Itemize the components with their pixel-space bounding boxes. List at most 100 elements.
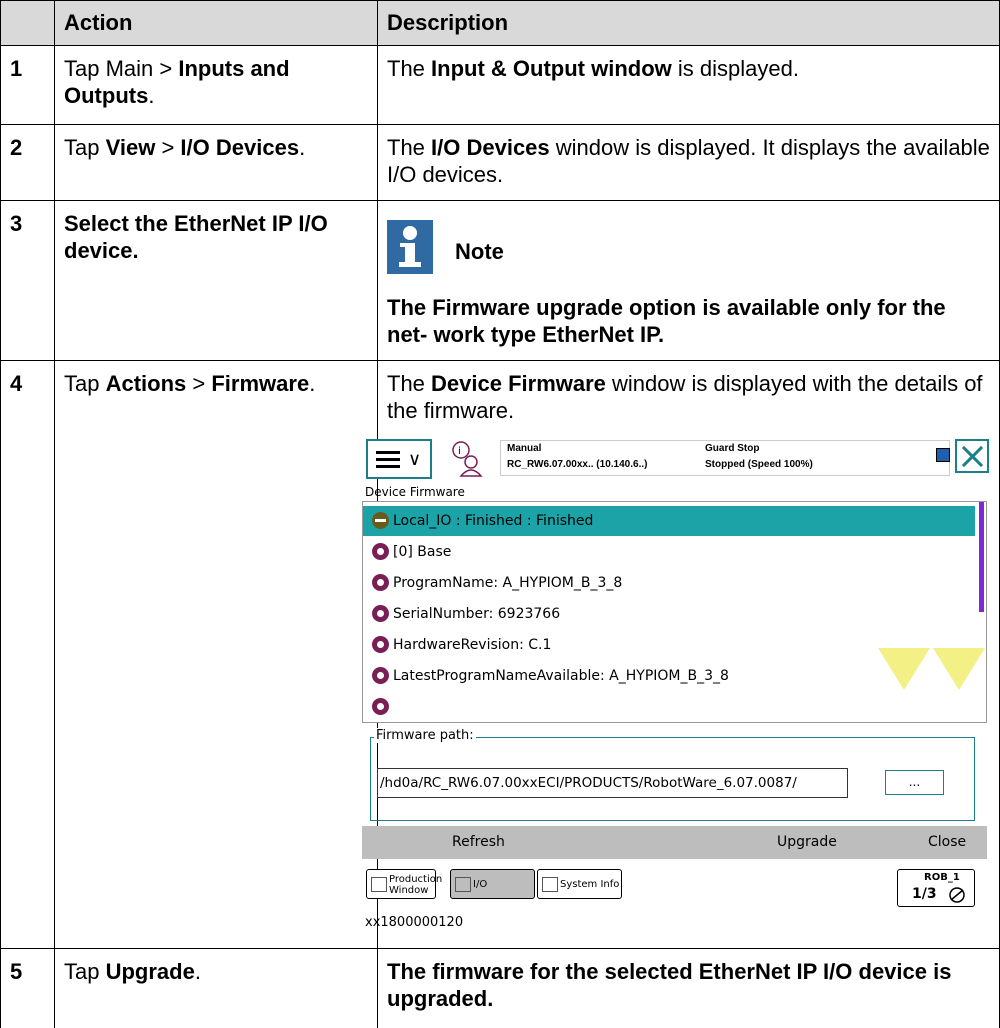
task-label: Production Window bbox=[389, 874, 443, 896]
bullet-icon bbox=[372, 667, 389, 684]
close-window-button[interactable] bbox=[955, 439, 989, 473]
svg-text:i: i bbox=[458, 446, 461, 457]
upgrade-button[interactable]: Upgrade bbox=[777, 826, 837, 859]
tree-item[interactable]: SerialNumber: 6923766 bbox=[363, 599, 975, 629]
task-label: System Info bbox=[560, 879, 620, 890]
task-system-info[interactable]: System Info bbox=[537, 869, 622, 899]
refresh-button[interactable]: Refresh bbox=[452, 826, 505, 859]
window-title: Device Firmware bbox=[365, 485, 465, 499]
window-icon bbox=[371, 877, 387, 892]
rule bbox=[0, 124, 1000, 125]
hamburger-icon bbox=[376, 451, 400, 468]
bullet-icon bbox=[372, 698, 389, 715]
text: The bbox=[387, 56, 432, 81]
info-icon bbox=[387, 220, 433, 274]
io-icon bbox=[455, 877, 471, 892]
step-action: Tap Main > Inputs and Outputs. bbox=[64, 55, 354, 109]
step-number: 4 bbox=[10, 371, 23, 396]
info-cap bbox=[400, 243, 410, 247]
tree-item[interactable]: [0] Base bbox=[363, 537, 975, 567]
increment-fraction: 1/3 bbox=[912, 886, 937, 902]
header-description: Description bbox=[387, 10, 509, 35]
text: I/O Devices bbox=[180, 135, 300, 160]
status-panel: Manual RC_RW6.07.00xx.. (10.140.6..) Gua… bbox=[500, 440, 950, 476]
quickset-button[interactable]: ROB_1 1/3 bbox=[897, 869, 975, 907]
tree-item-label: SerialNumber: 6923766 bbox=[393, 606, 561, 622]
robot-name: ROB_1 bbox=[924, 872, 960, 883]
tree-item-label: Local_IO : Finished : Finished bbox=[393, 513, 594, 529]
step-number: 5 bbox=[10, 959, 23, 984]
bullet-icon bbox=[372, 636, 389, 653]
system-info-icon bbox=[542, 877, 558, 892]
main-menu-button[interactable]: ∨ bbox=[366, 439, 432, 479]
bullet-icon bbox=[372, 543, 389, 560]
text: > bbox=[186, 371, 212, 396]
scroll-down-icon[interactable] bbox=[878, 648, 930, 690]
text: Tap Main > bbox=[64, 56, 179, 81]
command-bar: Refresh Upgrade Close bbox=[362, 826, 987, 859]
task-io[interactable]: I/O bbox=[450, 869, 535, 899]
tree-item-label: LatestProgramNameAvailable: A_HYPIOM_B_3… bbox=[393, 668, 729, 684]
step-action: Tap Actions > Firmware. bbox=[64, 370, 354, 397]
user-info-icon[interactable]: i bbox=[450, 440, 484, 478]
status-state: Stopped (Speed 100%) bbox=[705, 459, 813, 470]
note-title: Note bbox=[455, 239, 504, 264]
event-log-icon[interactable] bbox=[936, 448, 950, 462]
scrollbar[interactable] bbox=[979, 502, 984, 612]
taskbar: Production Window I/O System Info ROB_1 … bbox=[362, 859, 987, 907]
step-description: The Input & Output window is displayed. bbox=[387, 55, 992, 82]
tree-item[interactable]: ProgramName: A_HYPIOM_B_3_8 bbox=[363, 568, 975, 598]
step-number: 2 bbox=[10, 135, 23, 160]
text: Input & Output window bbox=[431, 56, 672, 81]
bullet-icon bbox=[372, 574, 389, 591]
rule bbox=[0, 948, 1000, 949]
step-action: Tap Upgrade. bbox=[64, 958, 354, 985]
step-description: The Device Firmware window is displayed … bbox=[387, 370, 992, 424]
text: . bbox=[194, 959, 201, 984]
browse-button[interactable]: ... bbox=[885, 770, 944, 795]
text: Actions bbox=[105, 371, 187, 396]
status-system: RC_RW6.07.00xx.. (10.140.6..) bbox=[507, 459, 648, 470]
text: Upgrade bbox=[105, 959, 195, 984]
rule bbox=[0, 0, 1000, 1]
task-label: I/O bbox=[473, 879, 488, 890]
tree-item[interactable]: Local_IO : Finished : Finished bbox=[363, 506, 975, 536]
rule bbox=[54, 0, 55, 1028]
text: Tap bbox=[64, 135, 106, 160]
task-production-window[interactable]: Production Window bbox=[366, 869, 443, 899]
text: . bbox=[299, 135, 306, 160]
text: Tap bbox=[64, 371, 106, 396]
rule bbox=[0, 360, 1000, 361]
firmware-path-label: Firmware path: bbox=[374, 728, 476, 743]
text: View bbox=[105, 135, 156, 160]
tree-item[interactable] bbox=[363, 692, 975, 722]
step-number: 3 bbox=[10, 211, 23, 236]
firmware-path-input[interactable]: /hd0a/RC_RW6.07.00xxECI/PRODUCTS/RobotWa… bbox=[377, 768, 848, 798]
speed-icon bbox=[949, 887, 965, 903]
collapse-icon bbox=[372, 512, 389, 529]
step-number: 1 bbox=[10, 56, 23, 81]
step-action: Tap View > I/O Devices. bbox=[64, 134, 354, 161]
chevron-down-icon: ∨ bbox=[408, 449, 422, 469]
scroll-page-down-icon[interactable] bbox=[933, 648, 985, 690]
text: Firmware bbox=[211, 371, 310, 396]
rule bbox=[0, 200, 1000, 201]
text: The bbox=[387, 371, 432, 396]
note-text: The Firmware upgrade option is available… bbox=[387, 295, 946, 347]
device-tree: Local_IO : Finished : Finished [0] Base … bbox=[362, 501, 987, 723]
rule bbox=[0, 0, 1, 1028]
rule bbox=[0, 45, 1000, 46]
header-action: Action bbox=[64, 10, 133, 35]
flexpendant-topbar: ∨ i Manual RC_RW6.07.00xx.. (10.140.6..)… bbox=[362, 436, 989, 486]
text: I/O Devices bbox=[431, 135, 550, 160]
step-action: Select the EtherNet IP I/O device. bbox=[64, 211, 328, 263]
tree-item-label: HardwareRevision: C.1 bbox=[393, 637, 552, 653]
step-description: The I/O Devices window is displayed. It … bbox=[387, 134, 992, 188]
status-guard: Guard Stop bbox=[705, 443, 760, 454]
close-button[interactable]: Close bbox=[928, 826, 966, 859]
text: Device Firmware bbox=[431, 371, 606, 396]
step-description: The firmware for the selected EtherNet I… bbox=[387, 959, 952, 1011]
text: The bbox=[387, 135, 432, 160]
figure-caption: xx1800000120 bbox=[365, 915, 464, 930]
info-dot bbox=[403, 226, 417, 240]
